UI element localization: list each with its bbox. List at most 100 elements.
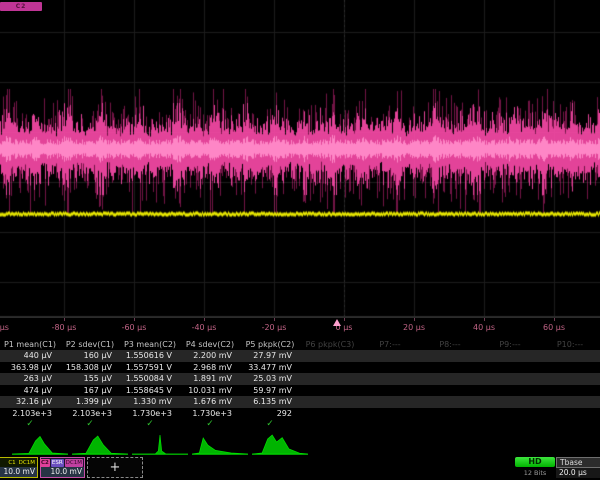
measure-column-header[interactable]: P3 mean(C2) (120, 339, 180, 350)
measure-value-cell: 6.135 mV (240, 396, 300, 408)
time-axis-tick (484, 318, 485, 321)
bottom-bar: C1 DC1M 10.0 mV C2 ESR DC1M 10.0 mV + HD… (0, 457, 600, 480)
measure-value-cell (480, 362, 540, 374)
measure-column-header[interactable]: P1 mean(C1) (0, 339, 60, 350)
measure-value-cell: 1.399 µV (60, 396, 120, 408)
status-check-icon: ✓ (120, 419, 180, 429)
measure-value-cell (360, 396, 420, 408)
measure-value-cell: 1.550616 V (120, 350, 180, 362)
add-trace-button[interactable]: + (87, 457, 143, 478)
measure-table: P1 mean(C1)P2 sdev(C1)P3 mean(C2)P4 sdev… (0, 339, 600, 429)
measure-value-cell (300, 396, 360, 408)
measure-value-cell: 167 µV (60, 385, 120, 397)
measure-value-cell: 1.730e+3 (120, 408, 180, 420)
measure-value-cell: 2.103e+3 (0, 408, 60, 420)
measure-value-cell (480, 373, 540, 385)
c2-channel-chip: C2 (40, 459, 50, 467)
c1-channel-chip: C1 (7, 459, 16, 467)
measure-value-cell (420, 396, 480, 408)
measure-column-header[interactable]: P7:--- (360, 339, 420, 350)
trace-label-badge: C2 (0, 2, 42, 11)
measure-value-cell: 440 µV (0, 350, 60, 362)
measure-header-row: P1 mean(C1)P2 sdev(C1)P3 mean(C2)P4 sdev… (0, 339, 600, 350)
measure-value-cell (420, 408, 480, 420)
measure-column-header[interactable]: P10:--- (540, 339, 600, 350)
measure-value-cell (300, 385, 360, 397)
histicon-chart (192, 433, 248, 456)
measure-value-cell (480, 385, 540, 397)
measure-column-header[interactable]: P9:--- (480, 339, 540, 350)
measure-value-cell: 1.558645 V (120, 385, 180, 397)
c2-esr-chip: ESR (51, 459, 64, 467)
time-axis-label: -60 µs (122, 323, 147, 332)
timebase-value: 20.0 µs (556, 468, 600, 478)
status-check-icon: ✓ (0, 419, 60, 429)
measure-column-header[interactable]: P4 sdev(C2) (180, 339, 240, 350)
measure-value-cell: 32.16 µV (0, 396, 60, 408)
measure-value-cell: 2.103e+3 (60, 408, 120, 420)
measure-value-cell (420, 373, 480, 385)
measure-value-cell (480, 350, 540, 362)
channel-descriptor-c1[interactable]: C1 DC1M 10.0 mV (0, 457, 38, 478)
measure-value-cell (420, 362, 480, 374)
measure-value-cell: 10.031 mV (180, 385, 240, 397)
channel-descriptor-c2[interactable]: C2 ESR DC1M 10.0 mV (40, 457, 85, 478)
measure-value-cell (540, 408, 600, 420)
measure-value-cell: 33.477 mV (240, 362, 300, 374)
histicon-chart (132, 433, 188, 456)
measure-value-cell (420, 350, 480, 362)
measure-value-cell: 1.550084 V (120, 373, 180, 385)
timebase-label: Tbase (556, 457, 600, 468)
trigger-position-marker[interactable] (333, 319, 341, 326)
measure-value-cell: 1.676 mV (180, 396, 240, 408)
time-axis-label: 60 µs (543, 323, 565, 332)
measure-column-header[interactable]: P8:--- (420, 339, 480, 350)
waveform-area[interactable] (0, 0, 600, 317)
measure-stat-row: 2.103e+32.103e+31.730e+31.730e+3292 (0, 408, 600, 420)
measure-column-header[interactable]: P2 sdev(C1) (60, 339, 120, 350)
measure-value-cell: 474 µV (0, 385, 60, 397)
measure-value-cell: 59.97 mV (240, 385, 300, 397)
time-axis-label: -80 µs (52, 323, 77, 332)
time-axis: -100 µs-80 µs-60 µs-40 µs-20 µs0 µs20 µs… (0, 317, 600, 340)
measure-value-cell: 27.97 mV (240, 350, 300, 362)
time-axis-tick (414, 318, 415, 321)
time-axis-tick (274, 318, 275, 321)
measure-stat-row: 363.98 µV158.308 µV1.557591 V2.968 mV33.… (0, 362, 600, 374)
measure-value-cell: 160 µV (60, 350, 120, 362)
time-axis-tick (344, 318, 345, 321)
measure-value-cell: 1.557591 V (120, 362, 180, 374)
hd-mode-indicator[interactable]: HD 12 Bits (515, 457, 555, 477)
measure-value-cell (300, 373, 360, 385)
measure-value-cell (540, 362, 600, 374)
measure-stat-row: 263 µV155 µV1.550084 V1.891 mV25.03 mV (0, 373, 600, 385)
measure-column-header[interactable]: P5 pkpk(C2) (240, 339, 300, 350)
measure-value-cell: 2.968 mV (180, 362, 240, 374)
measure-value-cell: 1.730e+3 (180, 408, 240, 420)
measure-value-cell (480, 396, 540, 408)
measure-value-cell (540, 373, 600, 385)
measure-value-cell (420, 385, 480, 397)
measure-value-cell (300, 362, 360, 374)
status-empty-cell (420, 419, 480, 429)
c2-coupling-chip: DC1M (65, 459, 83, 467)
measure-value-cell: 25.03 mV (240, 373, 300, 385)
measure-stat-row: 32.16 µV1.399 µV1.330 mV1.676 mV6.135 mV (0, 396, 600, 408)
time-axis-label: -100 µs (0, 323, 9, 332)
time-axis-label: -20 µs (262, 323, 287, 332)
measure-value-cell: 363.98 µV (0, 362, 60, 374)
measure-value-cell (360, 385, 420, 397)
measure-stat-row: 474 µV167 µV1.558645 V10.031 mV59.97 mV (0, 385, 600, 397)
timebase-descriptor[interactable]: Tbase 20.0 µs (556, 457, 600, 478)
measure-value-cell: 155 µV (60, 373, 120, 385)
histicon-chart (72, 433, 128, 456)
measure-value-cell (540, 396, 600, 408)
measure-value-cell (300, 350, 360, 362)
measure-value-cell (480, 408, 540, 420)
plus-icon: + (110, 460, 121, 475)
status-empty-cell (360, 419, 420, 429)
status-check-icon: ✓ (60, 419, 120, 429)
time-axis-label: 40 µs (473, 323, 495, 332)
status-check-icon: ✓ (180, 419, 240, 429)
measure-column-header[interactable]: P6 pkpk(C3) (300, 339, 360, 350)
